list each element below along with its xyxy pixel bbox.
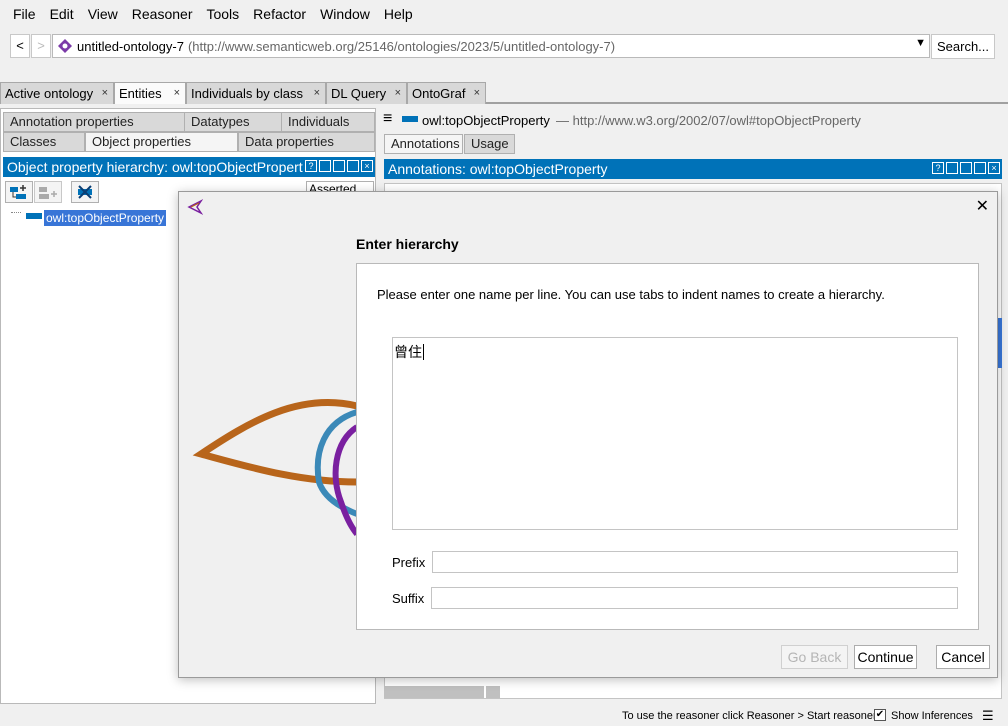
tab-label: DL Query bbox=[331, 86, 387, 101]
menu-reasoner[interactable]: Reasoner bbox=[125, 6, 200, 22]
close-icon[interactable]: × bbox=[361, 160, 373, 172]
ontology-iri: (http://www.semanticweb.org/25146/ontolo… bbox=[187, 38, 616, 54]
close-dialog-icon[interactable]: ✕ bbox=[976, 196, 989, 216]
split-icon[interactable] bbox=[946, 162, 958, 174]
subtab-data-properties[interactable]: Data properties bbox=[238, 132, 375, 152]
prefix-input[interactable] bbox=[432, 551, 958, 573]
delete-icon bbox=[78, 185, 92, 199]
view-controls: ? × bbox=[305, 160, 373, 172]
tab-annotations[interactable]: Annotations bbox=[384, 134, 463, 154]
scrollbar[interactable] bbox=[384, 686, 484, 698]
protege-logo-icon bbox=[187, 199, 203, 215]
tab-dl-query[interactable]: DL Query × bbox=[326, 82, 407, 104]
menu-view[interactable]: View bbox=[81, 6, 125, 22]
tab-label: Entities bbox=[119, 86, 162, 101]
entity-iri: — http://www.w3.org/2002/07/owl#topObjec… bbox=[556, 113, 861, 128]
subtab-individuals[interactable]: Individuals bbox=[281, 112, 375, 132]
split-icon[interactable] bbox=[319, 160, 331, 172]
hierarchy-header: Object property hierarchy: owl:topObject… bbox=[3, 157, 375, 177]
object-property-icon bbox=[402, 116, 418, 122]
dialog-title: Enter hierarchy bbox=[356, 236, 459, 252]
subtab-datatypes[interactable]: Datatypes bbox=[184, 112, 282, 132]
back-button[interactable]: < bbox=[10, 34, 30, 58]
tab-entities[interactable]: Entities × bbox=[114, 82, 186, 104]
menu-tools[interactable]: Tools bbox=[199, 6, 246, 22]
tab-label: Active ontology bbox=[5, 86, 94, 101]
delete-property-button[interactable] bbox=[71, 181, 99, 203]
main-tab-bar: Active ontology × Entities × Individuals… bbox=[0, 82, 1008, 104]
hierarchy-title: Object property hierarchy: owl:topObject… bbox=[7, 159, 303, 175]
tree-item-top-object-property[interactable]: owl:topObjectProperty bbox=[42, 209, 168, 227]
add-subproperty-icon bbox=[10, 185, 26, 199]
ontology-icon bbox=[58, 39, 72, 53]
object-property-icon bbox=[26, 213, 42, 219]
menu-bar: File Edit View Reasoner Tools Refactor W… bbox=[0, 0, 1008, 28]
dialog-content: Please enter one name per line. You can … bbox=[356, 263, 979, 630]
log-icon[interactable]: ☰ bbox=[982, 708, 994, 724]
close-icon[interactable]: × bbox=[988, 162, 1000, 174]
maximize-icon[interactable] bbox=[974, 162, 986, 174]
add-sibling-icon bbox=[39, 187, 57, 199]
close-icon[interactable]: × bbox=[395, 83, 401, 104]
help-icon[interactable]: ? bbox=[932, 162, 944, 174]
ontology-name: untitled-ontology-7 bbox=[77, 38, 184, 54]
entity-name: owl:topObjectProperty bbox=[422, 113, 550, 128]
close-icon[interactable]: × bbox=[474, 83, 480, 104]
address-bar: < > untitled-ontology-7 (http://www.sema… bbox=[0, 30, 1008, 62]
tab-label: OntoGraf bbox=[412, 86, 466, 101]
hierarchy-textarea[interactable]: 曾住 bbox=[392, 337, 958, 530]
search-button[interactable]: Search... bbox=[931, 34, 995, 59]
instructions-text: Please enter one name per line. You can … bbox=[377, 287, 885, 302]
dropdown-arrow-icon[interactable]: ▼ bbox=[915, 37, 926, 49]
forward-button[interactable]: > bbox=[31, 34, 51, 58]
minimize-icon[interactable] bbox=[960, 162, 972, 174]
menu-edit[interactable]: Edit bbox=[43, 6, 81, 22]
tab-ontograf[interactable]: OntoGraf × bbox=[407, 82, 486, 104]
show-inferences-label: Show Inferences bbox=[891, 710, 973, 722]
continue-button[interactable]: Continue bbox=[854, 645, 917, 669]
subtab-classes[interactable]: Classes bbox=[3, 132, 85, 152]
suffix-label: Suffix bbox=[392, 591, 425, 606]
menu-refactor[interactable]: Refactor bbox=[246, 6, 313, 22]
go-back-button[interactable]: Go Back bbox=[781, 645, 848, 669]
text-caret bbox=[423, 344, 424, 360]
annotations-title: Annotations: owl:topObjectProperty bbox=[388, 161, 608, 177]
maximize-icon[interactable] bbox=[347, 160, 359, 172]
add-sibling-button[interactable] bbox=[34, 181, 62, 203]
menu-lines-icon[interactable]: ≡ bbox=[383, 111, 392, 127]
show-inferences-checkbox[interactable]: ✔ bbox=[874, 709, 886, 721]
protege-watermark-icon bbox=[192, 399, 359, 536]
scrollbar-button[interactable] bbox=[486, 686, 500, 698]
subtab-object-properties[interactable]: Object properties bbox=[85, 132, 238, 152]
tab-usage[interactable]: Usage bbox=[464, 134, 515, 154]
annotations-header: Annotations: owl:topObjectProperty ? × bbox=[384, 159, 1002, 179]
prefix-label: Prefix bbox=[392, 555, 426, 570]
close-icon[interactable]: × bbox=[314, 83, 320, 104]
close-icon[interactable]: × bbox=[174, 83, 180, 104]
menu-help[interactable]: Help bbox=[377, 6, 420, 22]
enter-hierarchy-dialog: ✕ Enter hierarchy Please enter one name … bbox=[178, 191, 998, 678]
subtab-annotation-properties[interactable]: Annotation properties bbox=[3, 112, 185, 132]
menu-file[interactable]: File bbox=[6, 6, 43, 22]
menu-window[interactable]: Window bbox=[313, 6, 377, 22]
tab-active-ontology[interactable]: Active ontology × bbox=[0, 82, 114, 104]
view-controls: ? × bbox=[932, 162, 1000, 174]
cancel-button[interactable]: Cancel bbox=[936, 645, 990, 669]
help-icon[interactable]: ? bbox=[305, 160, 317, 172]
tab-individuals-by-class[interactable]: Individuals by class × bbox=[186, 82, 326, 104]
close-icon[interactable]: × bbox=[102, 83, 108, 104]
suffix-input[interactable] bbox=[431, 587, 958, 609]
status-message: To use the reasoner click Reasoner > Sta… bbox=[622, 710, 877, 722]
ontology-selector[interactable]: untitled-ontology-7 (http://www.semantic… bbox=[52, 34, 930, 58]
hierarchy-text: 曾住 bbox=[394, 344, 422, 360]
tree-connector bbox=[11, 212, 21, 213]
tab-label: Individuals by class bbox=[191, 86, 303, 101]
minimize-icon[interactable] bbox=[333, 160, 345, 172]
status-bar: To use the reasoner click Reasoner > Sta… bbox=[0, 704, 1008, 726]
add-subproperty-button[interactable] bbox=[5, 181, 33, 203]
